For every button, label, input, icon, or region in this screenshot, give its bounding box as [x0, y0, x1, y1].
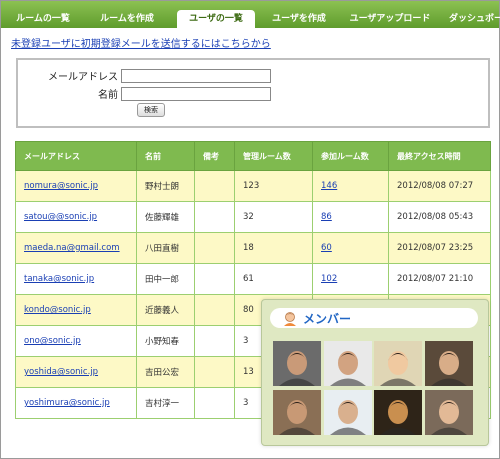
member-avatar[interactable]: [324, 341, 372, 386]
col-joined-rooms-header[interactable]: 参加ルーム数: [312, 141, 389, 171]
member-avatar[interactable]: [374, 390, 422, 435]
user-email-link[interactable]: maeda.na@gmail.com: [24, 243, 120, 253]
user-email-cell: yoshimura@sonic.jp: [15, 387, 137, 419]
table-row: satou@@sonic.jp 佐藤輝雄 32 86 2012/08/08 05:43: [15, 201, 491, 233]
last-access-cell: 2012/08/08 05:43: [388, 201, 491, 233]
managed-rooms-cell: 123: [234, 170, 313, 202]
table-header-row: メールアドレス 名前 備考 管理ルーム数 参加ルーム数 最終アクセス時間: [15, 141, 491, 171]
last-access-cell: 2012/08/08 07:27: [388, 170, 491, 202]
user-email-cell: maeda.na@gmail.com: [15, 232, 137, 264]
user-name-cell: 佐藤輝雄: [136, 201, 195, 233]
user-email-link[interactable]: kondo@sonic.jp: [24, 305, 91, 315]
joined-rooms-cell: 86: [312, 201, 389, 233]
person-icon: [284, 312, 296, 326]
search-panel: メールアドレス 名前 検索: [16, 58, 490, 128]
user-email-cell: kondo@sonic.jp: [15, 294, 137, 326]
user-name-cell: 吉田公宏: [136, 356, 195, 388]
user-name-cell: 小野知春: [136, 325, 195, 357]
joined-rooms-link[interactable]: 60: [321, 243, 332, 253]
member-avatar[interactable]: [273, 341, 321, 386]
member-avatar[interactable]: [425, 341, 473, 386]
user-note-cell: [194, 232, 235, 264]
user-email-link[interactable]: satou@@sonic.jp: [24, 212, 97, 222]
tab-bar: ルームの一覧 ルームを作成 ユーザの一覧 ユーザを作成 ユーザアップロード ダッ…: [1, 1, 500, 28]
managed-rooms-cell: 18: [234, 232, 313, 264]
joined-rooms-cell: 146: [312, 170, 389, 202]
user-note-cell: [194, 387, 235, 419]
user-note-cell: [194, 325, 235, 357]
member-avatar[interactable]: [324, 390, 372, 435]
table-row: maeda.na@gmail.com 八田直樹 18 60 2012/08/07 23:…: [15, 232, 491, 264]
user-name-cell: 野村士朗: [136, 170, 195, 202]
user-email-link[interactable]: ono@sonic.jp: [24, 336, 81, 346]
user-email-cell: tanaka@sonic.jp: [15, 263, 137, 295]
user-email-cell: ono@sonic.jp: [15, 325, 137, 357]
member-avatar[interactable]: [273, 390, 321, 435]
member-panel-title: メンバー: [303, 312, 352, 326]
joined-rooms-link[interactable]: 146: [321, 181, 337, 191]
send-invite-link[interactable]: 未登録ユーザに初期登録メールを送信するにはこちらから: [11, 35, 271, 50]
col-note-header[interactable]: 備考: [194, 141, 235, 171]
joined-rooms-link[interactable]: 102: [321, 274, 337, 284]
user-email-link[interactable]: nomura@sonic.jp: [24, 181, 98, 191]
tab-user-list[interactable]: ユーザの一覧: [177, 10, 255, 28]
name-search-input[interactable]: [121, 87, 271, 101]
member-avatar[interactable]: [374, 341, 422, 386]
user-name-cell: 田中一郎: [136, 263, 195, 295]
user-email-cell: yoshida@sonic.jp: [15, 356, 137, 388]
user-note-cell: [194, 294, 235, 326]
search-button[interactable]: 検索: [137, 103, 165, 117]
last-access-cell: 2012/08/07 23:25: [388, 232, 491, 264]
member-panel: メンバー: [261, 299, 489, 446]
col-last-access-header[interactable]: 最終アクセス時間: [388, 141, 491, 171]
joined-rooms-link[interactable]: 86: [321, 212, 332, 222]
user-note-cell: [194, 170, 235, 202]
col-email-header[interactable]: メールアドレス: [15, 141, 137, 171]
user-note-cell: [194, 356, 235, 388]
managed-rooms-cell: 61: [234, 263, 313, 295]
tab-room-list[interactable]: ルームの一覧: [8, 10, 78, 28]
email-search-input[interactable]: [121, 69, 271, 83]
user-name-cell: 吉村淳一: [136, 387, 195, 419]
user-note-cell: [194, 263, 235, 295]
user-name-cell: 八田直樹: [136, 232, 195, 264]
user-email-link[interactable]: tanaka@sonic.jp: [24, 274, 94, 284]
tab-user-upload[interactable]: ユーザアップロード: [344, 10, 436, 28]
col-name-header[interactable]: 名前: [136, 141, 195, 171]
user-email-cell: nomura@sonic.jp: [15, 170, 137, 202]
email-label: メールアドレス: [48, 72, 118, 83]
col-managed-rooms-header[interactable]: 管理ルーム数: [234, 141, 313, 171]
joined-rooms-cell: 60: [312, 232, 389, 264]
member-panel-header: メンバー: [270, 308, 478, 328]
user-email-link[interactable]: yoshimura@sonic.jp: [24, 398, 110, 408]
last-access-cell: 2012/08/07 21:10: [388, 263, 491, 295]
user-name-cell: 近藤義人: [136, 294, 195, 326]
tab-create-room[interactable]: ルームを作成: [92, 10, 162, 28]
tab-create-user[interactable]: ユーザを作成: [264, 10, 334, 28]
table-row: nomura@sonic.jp 野村士朗 123 146 2012/08/08 07:2…: [15, 170, 491, 202]
member-avatar[interactable]: [425, 390, 473, 435]
user-email-cell: satou@@sonic.jp: [15, 201, 137, 233]
user-note-cell: [194, 201, 235, 233]
tab-dashboard[interactable]: ダッシュボー: [446, 10, 500, 28]
user-email-link[interactable]: yoshida@sonic.jp: [24, 367, 98, 377]
name-label: 名前: [98, 90, 118, 101]
managed-rooms-cell: 32: [234, 201, 313, 233]
joined-rooms-cell: 102: [312, 263, 389, 295]
table-row: tanaka@sonic.jp 田中一郎 61 102 2012/08/07 21:10: [15, 263, 491, 295]
